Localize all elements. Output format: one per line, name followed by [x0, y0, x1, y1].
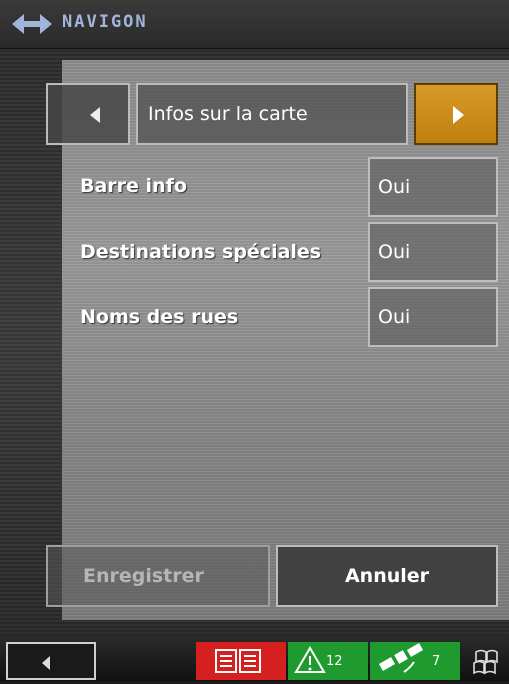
back-button[interactable] [6, 642, 96, 680]
gps-status-button[interactable]: 7 [370, 642, 460, 680]
setting-label-info-bar: Barre info [80, 175, 187, 197]
book-icon [215, 649, 261, 673]
traffic-warnings-button[interactable]: 12 [288, 642, 368, 680]
previous-page-button[interactable] [46, 83, 130, 145]
arrow-left-icon [90, 107, 100, 123]
cancel-button[interactable]: Annuler [276, 545, 498, 607]
taskbar: 12 7 [0, 636, 509, 681]
warnings-count: 12 [326, 654, 343, 669]
satellites-count: 7 [432, 654, 441, 669]
app-window: NAVIGON Infos sur la carte Barre info Ou… [0, 0, 509, 681]
next-page-button[interactable] [414, 83, 498, 145]
setting-value-info-bar[interactable]: Oui [368, 157, 498, 217]
navigon-logo-icon [12, 14, 52, 34]
setting-value-street-names[interactable]: Oui [368, 287, 498, 347]
setting-label-poi: Destinations spéciales [80, 241, 322, 263]
save-button[interactable]: Enregistrer [46, 545, 270, 607]
setting-value-poi[interactable]: Oui [368, 222, 498, 282]
app-header: NAVIGON [0, 0, 509, 49]
page-title: Infos sur la carte [136, 83, 408, 145]
arrow-right-icon [453, 106, 464, 124]
setting-label-street-names: Noms des rues [80, 306, 239, 328]
back-arrow-icon [42, 656, 50, 670]
windows-flag-icon [473, 649, 498, 675]
brand-name: NAVIGON [62, 12, 148, 32]
windows-start-button[interactable] [466, 642, 506, 680]
map-book-button[interactable] [196, 642, 286, 680]
satellite-icon [378, 643, 424, 673]
